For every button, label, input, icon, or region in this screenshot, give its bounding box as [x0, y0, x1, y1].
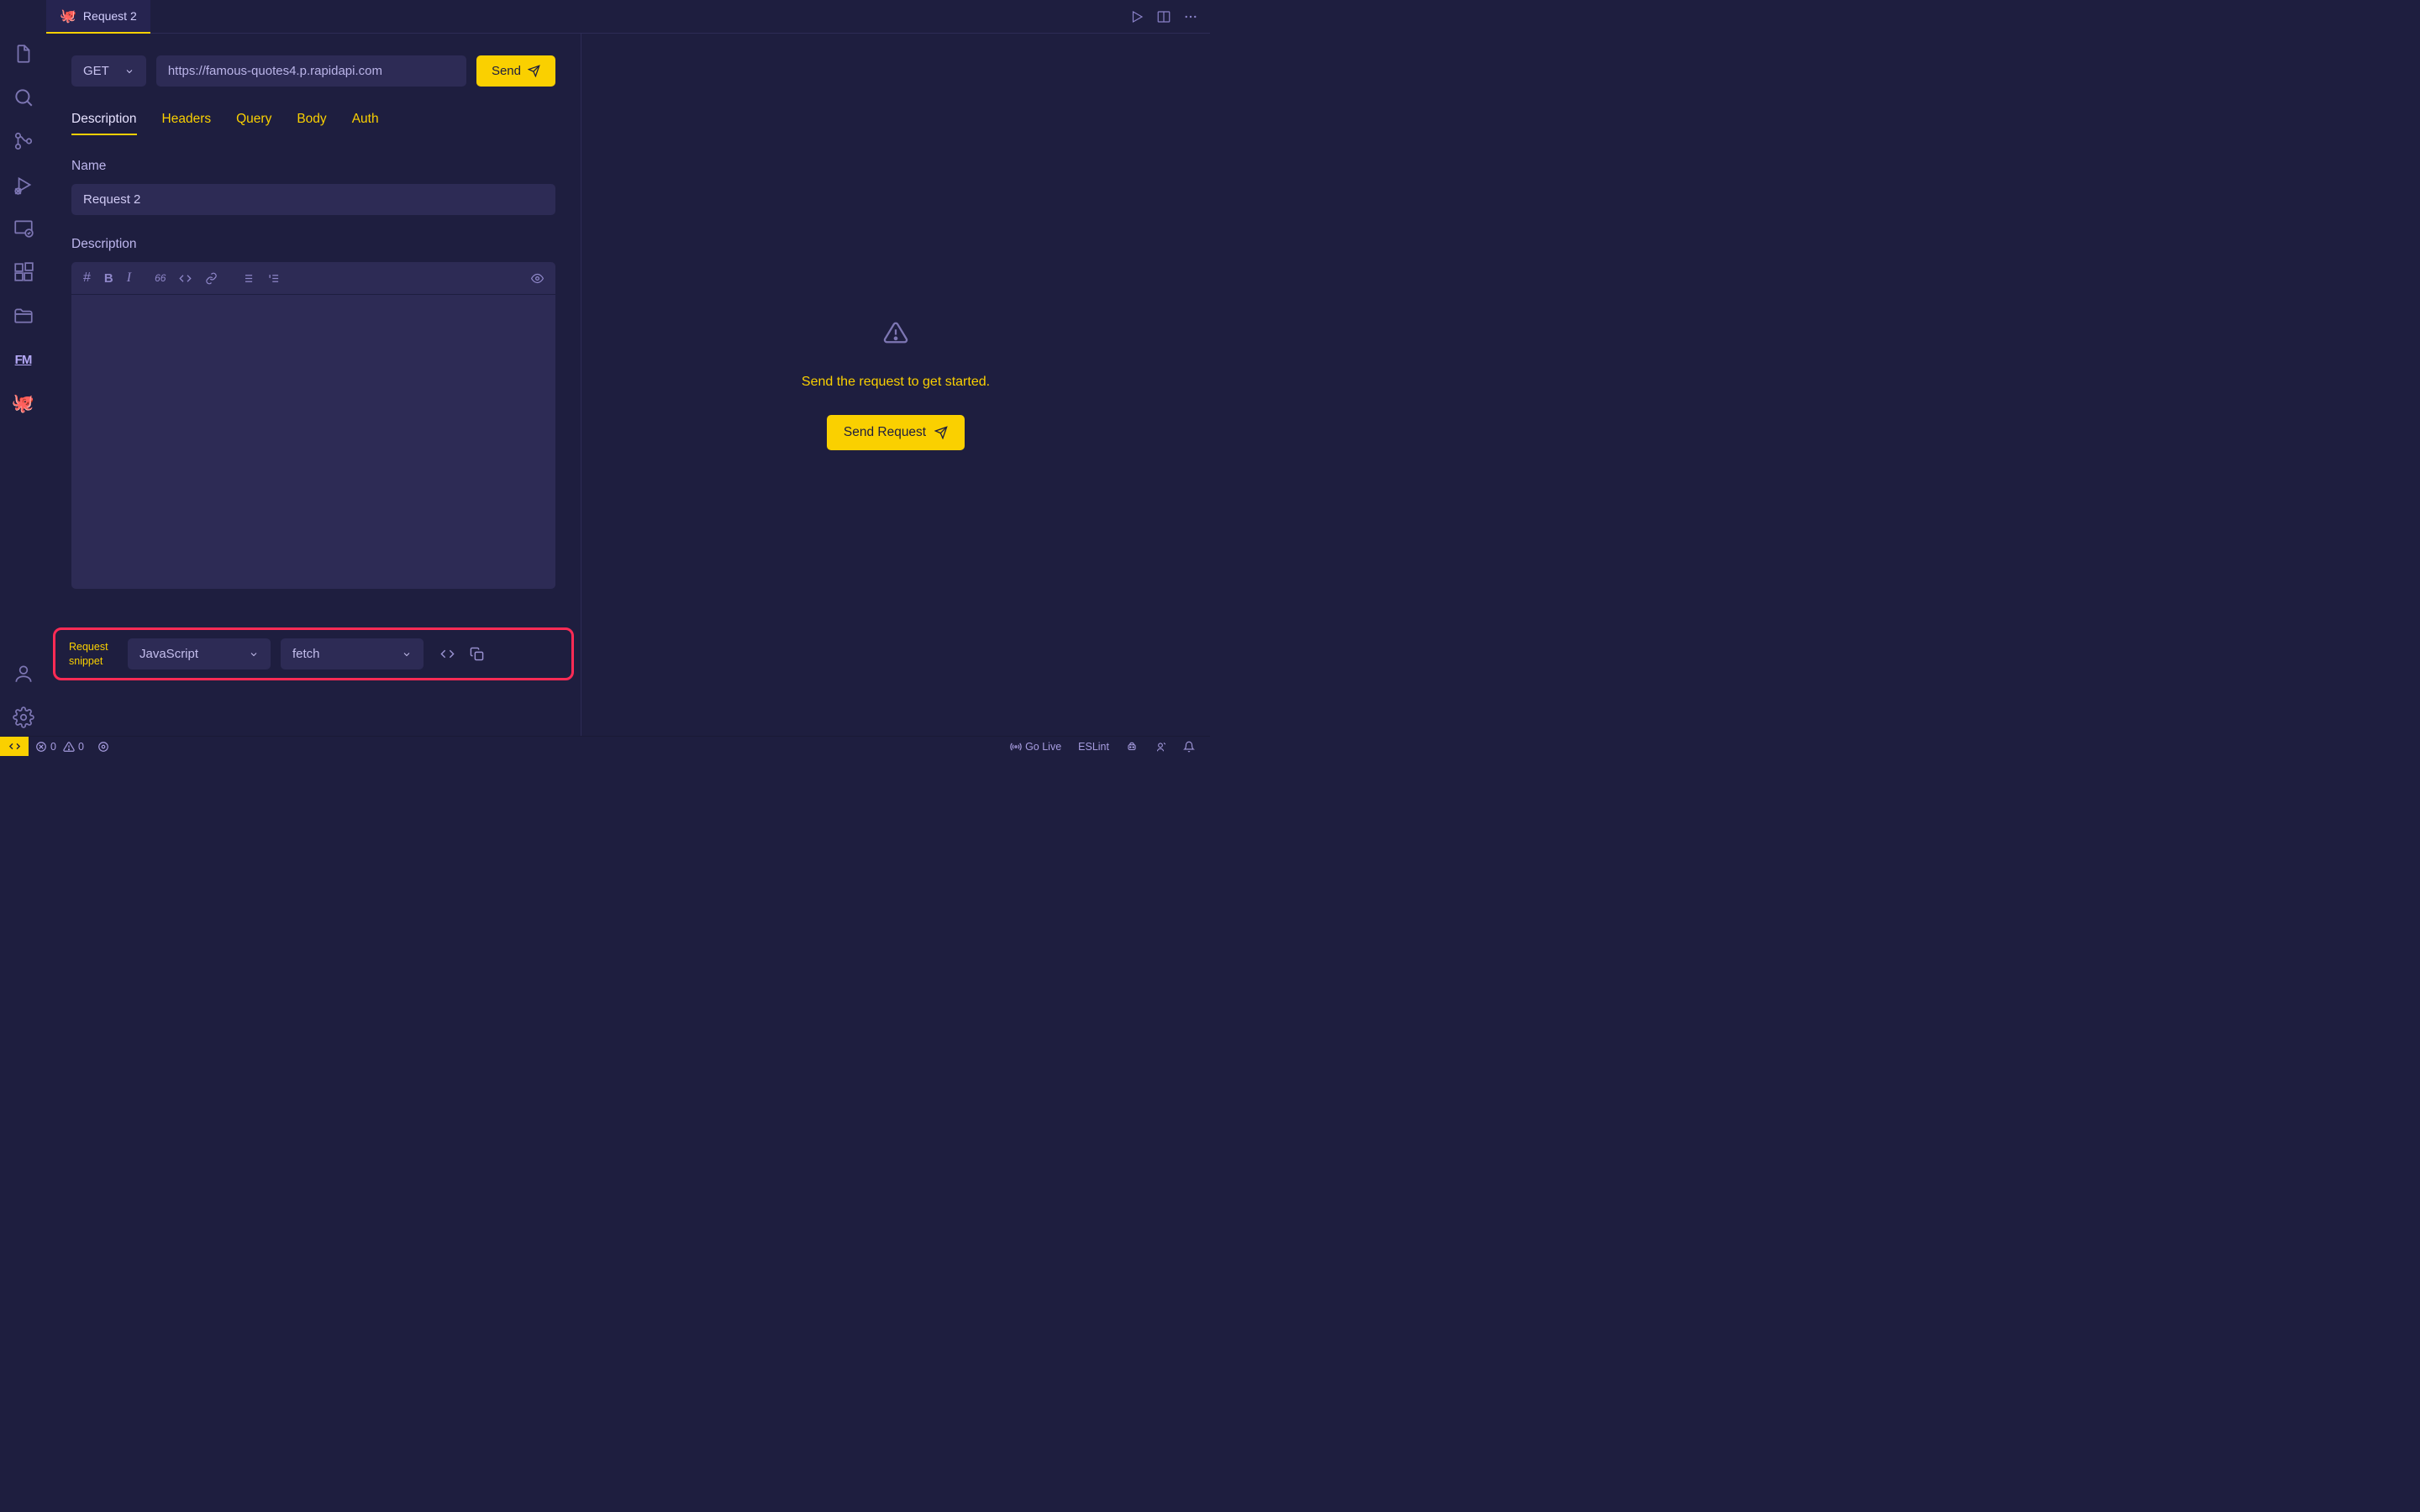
problems-warnings[interactable]: 0: [63, 741, 91, 753]
send-icon: [934, 426, 948, 439]
send-request-button[interactable]: Send Request: [827, 415, 965, 450]
description-editor[interactable]: [71, 295, 555, 589]
chevron-down-icon: [124, 66, 134, 76]
port-indicator[interactable]: [91, 741, 116, 753]
source-control-icon[interactable]: [10, 128, 37, 155]
tab-query[interactable]: Query: [236, 112, 271, 135]
tab-auth[interactable]: Auth: [352, 112, 379, 135]
tab-body[interactable]: Body: [297, 112, 326, 135]
copy-icon[interactable]: [470, 647, 484, 661]
description-label: Description: [71, 237, 555, 252]
notifications-icon[interactable]: [1176, 741, 1202, 753]
settings-gear-icon[interactable]: [10, 704, 37, 731]
go-live-button[interactable]: Go Live: [1003, 741, 1068, 753]
tab-headers[interactable]: Headers: [162, 112, 212, 135]
run-debug-icon[interactable]: [10, 171, 37, 198]
play-icon[interactable]: [1129, 9, 1144, 24]
preview-icon[interactable]: [531, 272, 544, 285]
response-panel: Send the request to get started. Send Re…: [581, 34, 1210, 736]
eslint-status[interactable]: ESLint: [1071, 741, 1116, 753]
send-icon: [528, 65, 540, 77]
go-live-label: Go Live: [1025, 741, 1061, 753]
send-request-label: Send Request: [844, 425, 926, 440]
quote-icon[interactable]: 66: [155, 272, 166, 284]
problems-errors[interactable]: 0: [29, 741, 63, 753]
error-count: 0: [50, 741, 56, 753]
tab-description[interactable]: Description: [71, 112, 137, 135]
italic-icon[interactable]: I: [127, 270, 131, 286]
link-icon[interactable]: [205, 272, 218, 285]
name-label: Name: [71, 159, 555, 174]
warning-icon: [883, 320, 908, 349]
split-editor-icon[interactable]: [1156, 9, 1171, 24]
copilot-icon[interactable]: [1119, 741, 1144, 753]
markdown-toolbar: # B I 66: [71, 262, 555, 295]
status-bar: 0 0 Go Live ESLint: [0, 736, 1210, 756]
snippet-language-value: JavaScript: [139, 647, 198, 661]
tab-bar: 🐙 Request 2: [46, 0, 1210, 34]
extensions-icon[interactable]: [10, 259, 37, 286]
http-method-value: GET: [83, 64, 109, 78]
explorer-icon[interactable]: [10, 40, 37, 67]
code-brackets-icon[interactable]: [440, 647, 455, 661]
request-tabs: Description Headers Query Body Auth: [46, 87, 581, 135]
list-icon[interactable]: [241, 272, 254, 285]
snippet-library-select[interactable]: fetch: [281, 638, 424, 669]
activity-bar: FM 🐙: [0, 34, 46, 736]
request-snippet-section: Request snippet JavaScript fetch: [53, 627, 574, 680]
eslint-label: ESLint: [1078, 741, 1109, 753]
chevron-down-icon: [249, 649, 259, 659]
editor-tab-request[interactable]: 🐙 Request 2: [46, 0, 150, 34]
send-button[interactable]: Send: [476, 55, 555, 87]
http-method-select[interactable]: GET: [71, 55, 146, 87]
request-editor-panel: GET Send Description Headers Query Body …: [46, 34, 581, 736]
fm-icon[interactable]: FM: [10, 346, 37, 373]
tab-title: Request 2: [83, 9, 137, 23]
remote-indicator[interactable]: [0, 737, 29, 756]
snippet-label: Request snippet: [69, 640, 118, 668]
search-icon[interactable]: [10, 84, 37, 111]
empty-state-message: Send the request to get started.: [802, 375, 990, 390]
remote-explorer-icon[interactable]: [10, 215, 37, 242]
feedback-icon[interactable]: [1148, 741, 1173, 753]
snippet-language-select[interactable]: JavaScript: [128, 638, 271, 669]
ordered-list-icon[interactable]: [267, 272, 280, 285]
warning-count: 0: [78, 741, 84, 753]
octopus-sidebar-icon[interactable]: 🐙: [10, 390, 37, 417]
heading-icon[interactable]: #: [83, 270, 91, 286]
chevron-down-icon: [402, 649, 412, 659]
snippet-library-value: fetch: [292, 647, 320, 661]
send-button-label: Send: [492, 64, 521, 78]
name-input[interactable]: [71, 184, 555, 215]
more-icon[interactable]: [1183, 9, 1198, 24]
tabbar-actions: [1129, 9, 1210, 24]
octopus-icon: 🐙: [60, 8, 76, 24]
bold-icon[interactable]: B: [104, 271, 113, 286]
url-input[interactable]: [156, 55, 466, 87]
folder-icon[interactable]: [10, 302, 37, 329]
account-icon[interactable]: [10, 660, 37, 687]
code-icon[interactable]: [179, 272, 192, 285]
